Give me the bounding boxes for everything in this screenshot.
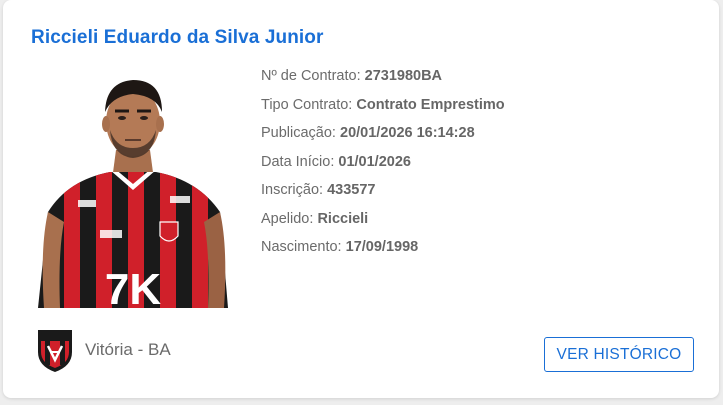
contract-details: Nº de Contrato: 2731980BA Tipo Contrato:… xyxy=(261,66,505,266)
publication-value: 20/01/2026 16:14:28 xyxy=(340,125,475,141)
detail-label: Tipo Contrato: xyxy=(261,96,353,113)
detail-label: Nº de Contrato: xyxy=(261,68,361,84)
contract-number-value: 2731980BA xyxy=(364,68,443,84)
view-history-button[interactable]: VER HISTÓRICO xyxy=(544,337,694,372)
club-info: Vitória - BA xyxy=(35,326,171,374)
detail-label: Apelido: xyxy=(261,210,314,227)
player-name: Riccieli Eduardo da Silva Junior xyxy=(31,27,324,48)
contract-type-value: Contrato Emprestimo xyxy=(356,96,505,113)
player-photo: 7K xyxy=(38,80,228,308)
detail-label: Nascimento: xyxy=(261,239,342,255)
birth-date-value: 17/09/1998 xyxy=(345,239,419,255)
detail-label: Inscrição: xyxy=(261,182,324,198)
contract-type-row: Tipo Contrato: Contrato Emprestimo xyxy=(261,95,505,124)
publication-row: Publicação: 20/01/2026 16:14:28 xyxy=(261,123,505,152)
contract-number-row: Nº de Contrato: 2731980BA xyxy=(261,66,505,95)
detail-label: Data Início: xyxy=(261,153,335,170)
birth-date-row: Nascimento: 17/09/1998 xyxy=(261,237,505,266)
detail-label: Publicação: xyxy=(261,125,336,141)
nickname-row: Apelido: Riccieli xyxy=(261,209,505,238)
club-name: Vitória - BA xyxy=(85,340,171,359)
registration-row: Inscrição: 433577 xyxy=(261,180,505,209)
start-date-value: 01/01/2026 xyxy=(338,153,411,170)
svg-text:7K: 7K xyxy=(105,265,161,308)
club-crest-icon xyxy=(38,330,72,372)
registration-value: 433577 xyxy=(327,182,376,198)
start-date-row: Data Início: 01/01/2026 xyxy=(261,152,505,181)
player-card: Riccieli Eduardo da Silva Junior 7K Nº d… xyxy=(3,0,719,398)
nickname-value: Riccieli xyxy=(317,210,369,227)
